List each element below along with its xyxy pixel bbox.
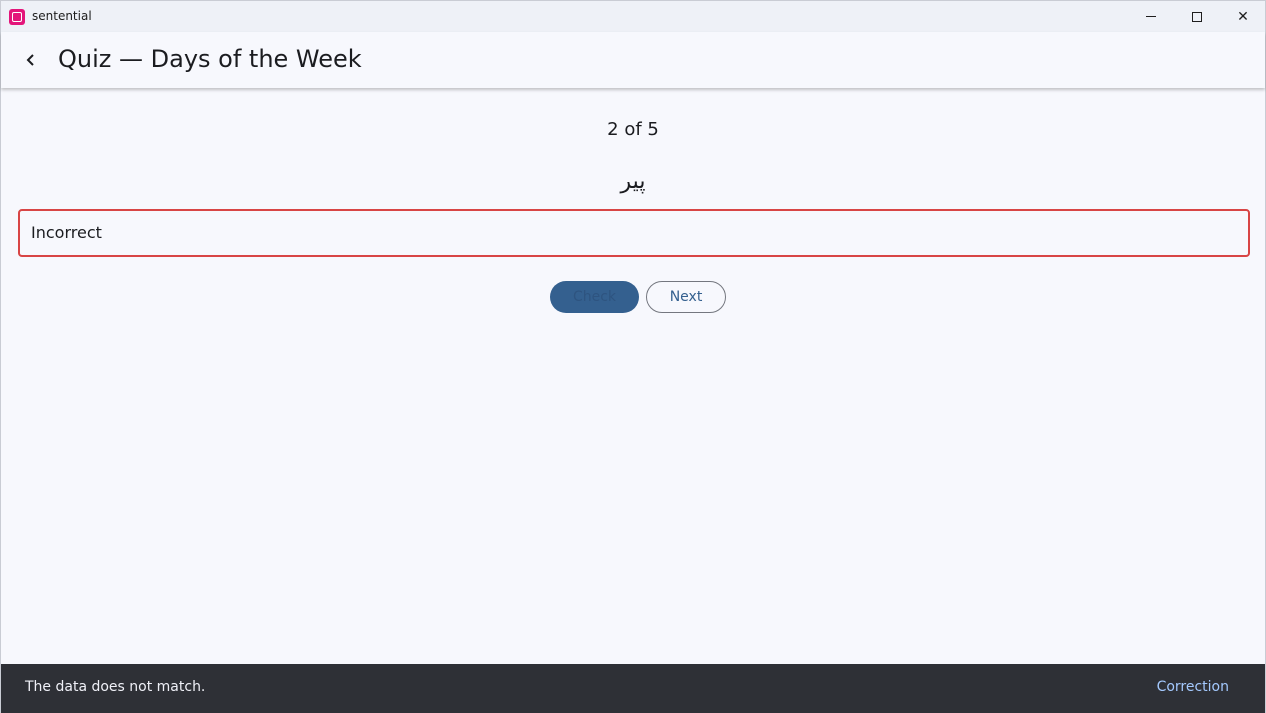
chevron-left-icon: [26, 54, 34, 66]
app-logo-icon: [9, 9, 25, 25]
window-title: sentential: [32, 9, 92, 23]
next-button[interactable]: Next: [646, 281, 726, 313]
quiz-word: پیر: [620, 169, 646, 194]
quiz-progress: 2 of 5: [607, 119, 659, 140]
answer-input[interactable]: Incorrect: [18, 209, 1250, 257]
snackbar-message: The data does not match.: [25, 679, 206, 695]
snackbar-correction-action[interactable]: Correction: [1157, 679, 1229, 695]
minimize-button[interactable]: [1128, 1, 1174, 32]
close-button[interactable]: ✕: [1220, 1, 1266, 32]
maximize-icon: [1192, 11, 1202, 22]
snackbar: The data does not match. Correction: [1, 664, 1265, 713]
back-button[interactable]: [15, 44, 47, 76]
close-icon: ✕: [1237, 8, 1249, 25]
maximize-button[interactable]: [1174, 1, 1220, 32]
app-bar: Quiz — Days of the Week: [1, 32, 1265, 88]
page-title: Quiz — Days of the Week: [58, 45, 362, 73]
check-button[interactable]: Check: [550, 281, 639, 313]
minimize-icon: [1146, 16, 1156, 17]
window-titlebar: sentential ✕: [1, 1, 1265, 32]
